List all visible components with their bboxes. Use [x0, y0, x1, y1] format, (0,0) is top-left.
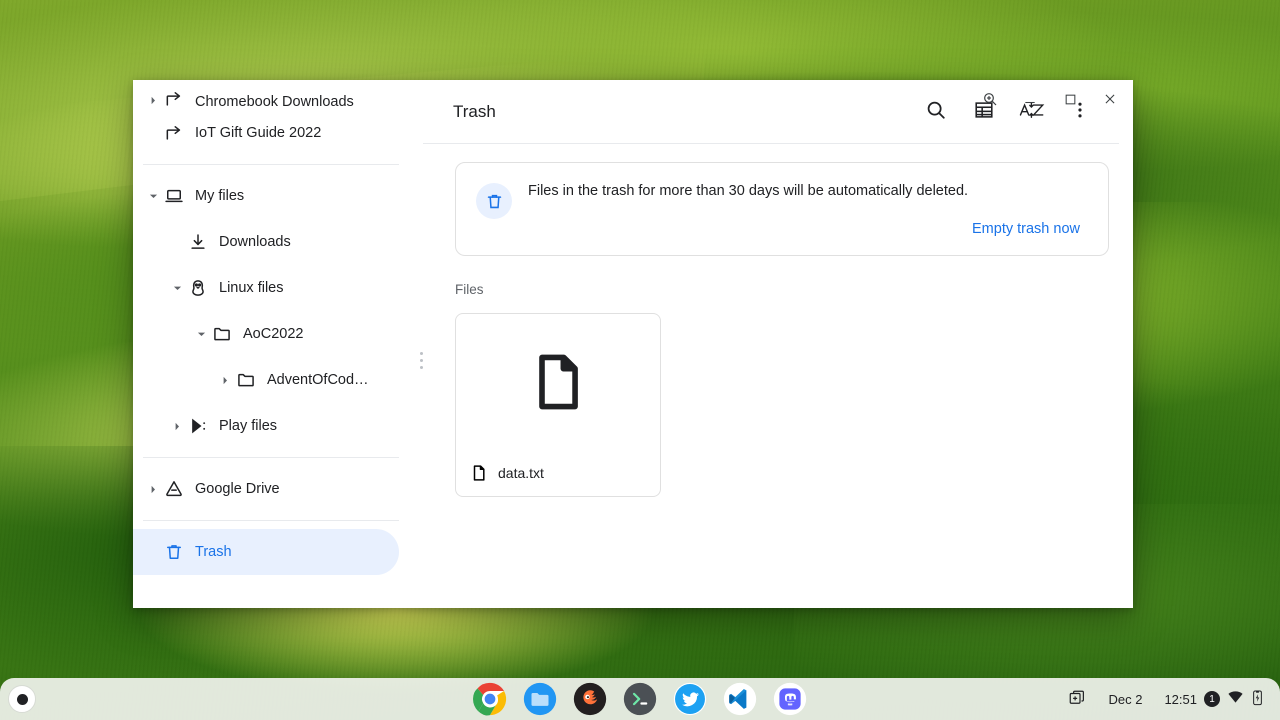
- wifi-icon: [1227, 689, 1244, 709]
- chevron-down-icon[interactable]: [191, 324, 211, 344]
- play-store-icon: [187, 415, 209, 437]
- sidebar-item-label: Linux files: [219, 280, 284, 296]
- sidebar-item-label: AoC2022: [243, 326, 304, 342]
- sidebar-separator: [143, 457, 399, 458]
- folder-icon: [211, 323, 233, 345]
- date-button[interactable]: Dec 2: [1098, 684, 1152, 714]
- google-drive-icon: [163, 478, 185, 500]
- battery-charging-icon: [1251, 689, 1264, 709]
- search-button[interactable]: [915, 91, 957, 133]
- sidebar-item-label: Trash: [195, 544, 232, 560]
- system-tray-button[interactable]: 12:51 1: [1154, 684, 1274, 714]
- trash-info-banner: Files in the trash for more than 30 days…: [455, 162, 1109, 256]
- desks-button[interactable]: [1058, 684, 1096, 714]
- shelf-app-chrome[interactable]: [473, 682, 507, 716]
- desktop: Chromebook Downloads IoT Gift Guide 2022 M…: [0, 0, 1280, 720]
- shelf-app-terminal[interactable]: [623, 682, 657, 716]
- file-card[interactable]: data.txt: [455, 313, 661, 497]
- shelf-app-mastodon[interactable]: [773, 682, 807, 716]
- share-arrow-icon: [163, 88, 185, 110]
- chevron-right-icon[interactable]: [215, 370, 235, 390]
- share-arrow-icon: [163, 122, 185, 144]
- shelf-app-vscode[interactable]: [723, 682, 757, 716]
- sidebar-item-adventofcod[interactable]: AdventOfCod…: [133, 357, 399, 403]
- sidebar-separator: [143, 520, 399, 521]
- banner-actions: Empty trash now: [528, 215, 1088, 243]
- chevron-right-icon[interactable]: [143, 479, 163, 499]
- sidebar-item-label: Chromebook Downloads: [195, 94, 354, 110]
- time-label: 12:51: [1164, 691, 1197, 707]
- chevron-right-icon[interactable]: [167, 416, 187, 436]
- shelf: Dec 2 12:51 1: [0, 678, 1280, 720]
- date-label: Dec 2: [1108, 691, 1143, 707]
- navigation-list: Chromebook Downloads IoT Gift Guide 2022 M…: [133, 80, 423, 575]
- file-name-label: data.txt: [498, 465, 544, 481]
- trash-icon: [163, 541, 185, 563]
- linux-penguin-icon: [187, 277, 209, 299]
- sidebar-item-my-files[interactable]: My files: [133, 173, 399, 219]
- file-card-footer: data.txt: [456, 450, 660, 496]
- sidebar-splitter[interactable]: [418, 80, 423, 608]
- banner-body: Files in the trash for more than 30 days…: [528, 181, 1088, 243]
- sidebar-item-play-files[interactable]: Play files: [133, 403, 399, 449]
- status-area: Dec 2 12:51 1: [1058, 684, 1274, 714]
- splitter-grip-icon[interactable]: [420, 352, 423, 369]
- banner-text: Files in the trash for more than 30 days…: [528, 183, 969, 199]
- zoom-window-button[interactable]: [971, 82, 1009, 116]
- sidebar-item-label: Google Drive: [195, 481, 280, 497]
- chrome-icon: [473, 682, 507, 716]
- sidebar-item-aoc2022[interactable]: AoC2022: [133, 311, 399, 357]
- search-icon: [925, 99, 947, 124]
- shelf-app-twitter[interactable]: [673, 682, 707, 716]
- close-button[interactable]: [1091, 82, 1129, 116]
- files-section-label: Files: [455, 282, 484, 297]
- window-controls: [953, 80, 1133, 118]
- file-grid: data.txt: [455, 313, 1109, 497]
- maximize-button[interactable]: [1051, 82, 1089, 116]
- sidebar-item-label: IoT Gift Guide 2022: [195, 125, 322, 141]
- files-app-window: Chromebook Downloads IoT Gift Guide 2022 M…: [133, 80, 1133, 608]
- sidebar: Chromebook Downloads IoT Gift Guide 2022 M…: [133, 80, 423, 608]
- twitter-icon: [673, 682, 707, 716]
- sidebar-item-label: AdventOfCod…: [267, 372, 369, 388]
- sidebar-item-google-drive[interactable]: Google Drive: [133, 466, 399, 512]
- shelf-app-files[interactable]: [523, 682, 557, 716]
- firefox-app-icon: [573, 682, 607, 716]
- vscode-icon: [723, 682, 757, 716]
- chevron-down-icon[interactable]: [143, 186, 163, 206]
- mastodon-icon: [773, 682, 807, 716]
- launcher-button[interactable]: [8, 685, 36, 713]
- chevron-down-icon[interactable]: [167, 278, 187, 298]
- minimize-button[interactable]: [1011, 82, 1049, 116]
- trash-icon: [476, 183, 512, 219]
- sidebar-item-trash[interactable]: Trash: [133, 529, 399, 575]
- chevron-right-icon[interactable]: [143, 90, 163, 110]
- folder-icon: [235, 369, 257, 391]
- shelf-app-firefox-app[interactable]: [573, 682, 607, 716]
- laptop-icon: [163, 185, 185, 207]
- files-icon: [523, 682, 557, 716]
- sidebar-separator: [143, 164, 399, 165]
- content-area: Files in the trash for more than 30 days…: [423, 144, 1133, 608]
- sidebar-item-linux-files[interactable]: Linux files: [133, 265, 399, 311]
- sidebar-item-label: Downloads: [219, 234, 291, 250]
- generic-file-icon: [456, 314, 660, 450]
- desk-icon: [1068, 689, 1086, 710]
- main-area: Trash Files in the trash for more than 3…: [423, 80, 1133, 608]
- empty-trash-now-button[interactable]: Empty trash now: [964, 215, 1088, 243]
- sidebar-item-iot-gift-guide-2022[interactable]: IoT Gift Guide 2022: [133, 110, 399, 156]
- terminal-icon: [623, 682, 657, 716]
- notification-count-badge[interactable]: 1: [1204, 691, 1220, 707]
- download-icon: [187, 231, 209, 253]
- sidebar-item-label: My files: [195, 188, 245, 204]
- sidebar-item-chromebook-downloads[interactable]: Chromebook Downloads: [133, 80, 399, 110]
- sidebar-item-label: Play files: [219, 418, 278, 434]
- page-title: Trash: [453, 101, 496, 121]
- file-type-icon: [470, 464, 488, 482]
- sidebar-item-downloads[interactable]: Downloads: [133, 219, 399, 265]
